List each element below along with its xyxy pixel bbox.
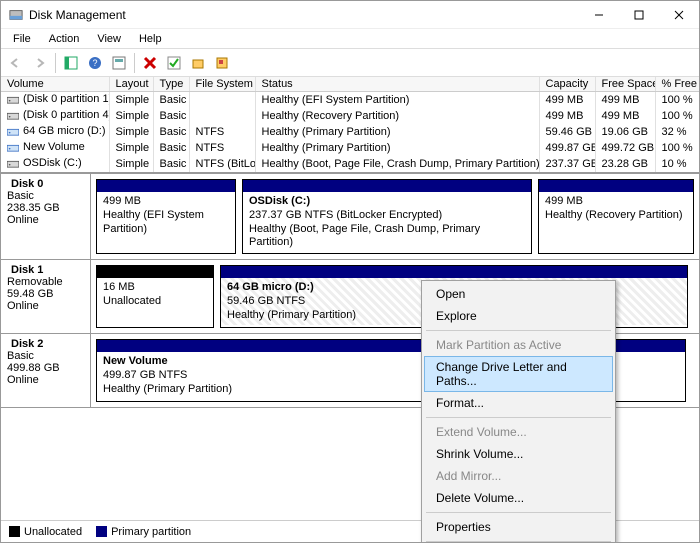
drive-icon: 64 GB micro (D:) — [7, 125, 106, 137]
ctx-open[interactable]: Open — [424, 283, 613, 305]
partition-bar — [221, 266, 687, 278]
window-controls — [579, 1, 699, 29]
tool-help-icon[interactable]: ? — [84, 52, 106, 74]
ctx-explore[interactable]: Explore — [424, 305, 613, 327]
disk-info[interactable]: Disk 2Basic499.88 GBOnline — [1, 334, 91, 407]
disk-info[interactable]: Disk 0Basic238.35 GBOnline — [1, 174, 91, 259]
tool-delete-icon[interactable] — [139, 52, 161, 74]
menu-file[interactable]: File — [5, 31, 39, 47]
menu-help[interactable]: Help — [131, 31, 170, 47]
partition[interactable]: 499 MBHealthy (Recovery Partition) — [538, 179, 694, 254]
disk-mgmt-icon — [9, 8, 23, 22]
tool-refresh-icon[interactable] — [108, 52, 130, 74]
volume-row[interactable]: OSDisk (C:)SimpleBasicNTFS (BitLo...Heal… — [1, 156, 699, 172]
disk-info[interactable]: Disk 1Removable59.48 GBOnline — [1, 260, 91, 333]
volume-row[interactable]: New VolumeSimpleBasicNTFSHealthy (Primar… — [1, 140, 699, 156]
close-button[interactable] — [659, 1, 699, 29]
partition[interactable]: 499 MBHealthy (EFI System Partition) — [96, 179, 236, 254]
ctx-mark-active[interactable]: Mark Partition as Active — [424, 334, 613, 356]
legend-unallocated-swatch — [9, 526, 20, 537]
ctx-shrink[interactable]: Shrink Volume... — [424, 443, 613, 465]
partition-bar — [243, 180, 531, 192]
tool-pane-icon[interactable] — [60, 52, 82, 74]
tool-check-icon[interactable] — [163, 52, 185, 74]
drive-icon: OSDisk (C:) — [7, 157, 82, 169]
ctx-extend[interactable]: Extend Volume... — [424, 421, 613, 443]
col-fs[interactable]: File System — [189, 77, 255, 92]
menubar: File Action View Help — [1, 29, 699, 49]
tool-action2-icon[interactable] — [211, 52, 233, 74]
partition-bar — [97, 266, 213, 278]
volume-row[interactable]: (Disk 0 partition 1)SimpleBasicHealthy (… — [1, 92, 699, 109]
partition-bar — [97, 180, 235, 192]
col-layout[interactable]: Layout — [109, 77, 153, 92]
menu-action[interactable]: Action — [41, 31, 88, 47]
col-capacity[interactable]: Capacity — [539, 77, 595, 92]
back-button[interactable] — [5, 52, 27, 74]
window-title: Disk Management — [29, 8, 126, 22]
legend-primary-label: Primary partition — [111, 526, 191, 538]
volume-row[interactable]: 64 GB micro (D:)SimpleBasicNTFSHealthy (… — [1, 124, 699, 140]
ctx-properties[interactable]: Properties — [424, 516, 613, 538]
partition[interactable]: 16 MBUnallocated — [96, 265, 214, 328]
minimize-button[interactable] — [579, 1, 619, 29]
col-volume[interactable]: Volume — [1, 77, 109, 92]
forward-button[interactable] — [29, 52, 51, 74]
ctx-mirror[interactable]: Add Mirror... — [424, 465, 613, 487]
volume-row[interactable]: (Disk 0 partition 4)SimpleBasicHealthy (… — [1, 108, 699, 124]
legend-unallocated-label: Unallocated — [24, 526, 82, 538]
toolbar: ? — [1, 49, 699, 77]
context-menu: Open Explore Mark Partition as Active Ch… — [421, 280, 616, 543]
maximize-button[interactable] — [619, 1, 659, 29]
titlebar: Disk Management — [1, 1, 699, 29]
col-pct[interactable]: % Free — [655, 77, 699, 92]
col-type[interactable]: Type — [153, 77, 189, 92]
volume-table: Volume Layout Type File System Status Ca… — [1, 77, 699, 173]
legend-primary-swatch — [96, 526, 107, 537]
disk-row: Disk 0Basic238.35 GBOnline499 MBHealthy … — [1, 174, 699, 260]
ctx-format[interactable]: Format... — [424, 392, 613, 414]
drive-icon: (Disk 0 partition 4) — [7, 109, 109, 121]
menu-view[interactable]: View — [89, 31, 129, 47]
drive-icon: New Volume — [7, 141, 85, 153]
table-header-row: Volume Layout Type File System Status Ca… — [1, 77, 699, 92]
col-status[interactable]: Status — [255, 77, 539, 92]
tool-action1-icon[interactable] — [187, 52, 209, 74]
partition-bar — [539, 180, 693, 192]
ctx-change-drive-letter[interactable]: Change Drive Letter and Paths... — [424, 356, 613, 392]
ctx-delete[interactable]: Delete Volume... — [424, 487, 613, 509]
svg-text:?: ? — [92, 58, 97, 68]
col-free[interactable]: Free Space — [595, 77, 655, 92]
partition[interactable]: OSDisk (C:)237.37 GB NTFS (BitLocker Enc… — [242, 179, 532, 254]
drive-icon: (Disk 0 partition 1) — [7, 93, 109, 105]
